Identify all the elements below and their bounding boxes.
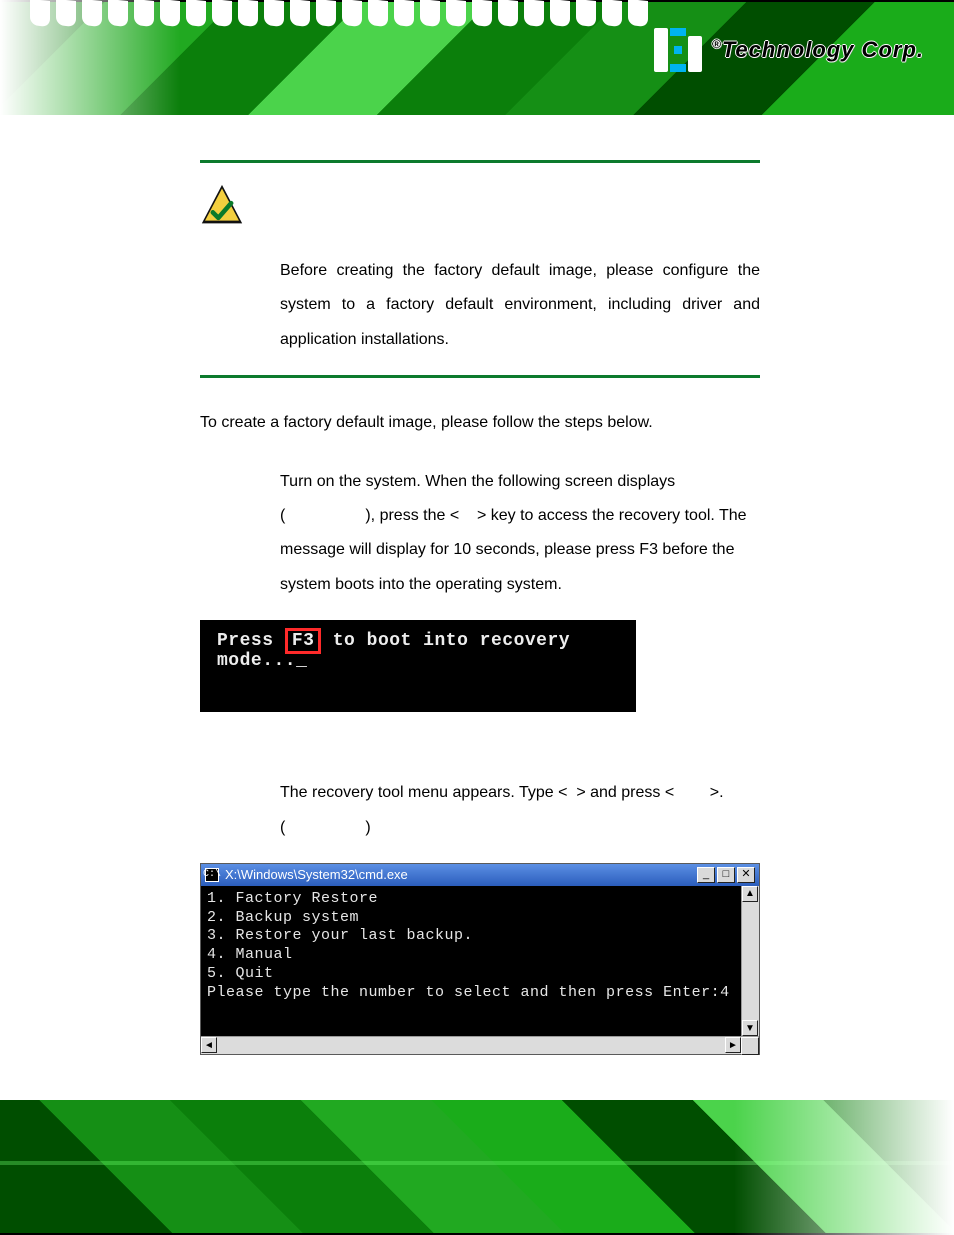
brand-logo-wrap: ®Technology Corp.	[654, 28, 924, 72]
minimize-button[interactable]: _	[697, 867, 715, 883]
vertical-scrollbar[interactable]: ▲ ▼	[741, 886, 759, 1037]
boot-message: Press F3 to boot into recovery mode..._	[217, 631, 635, 671]
iei-logo-icon	[654, 28, 702, 72]
note-text: Before creating the factory default imag…	[200, 254, 760, 357]
scroll-left-icon[interactable]: ◄	[201, 1037, 217, 1053]
scroll-right-icon[interactable]: ►	[725, 1037, 741, 1053]
step-2-text: The recovery tool menu appears. Type < >…	[200, 776, 760, 845]
brand-text: ®Technology Corp.	[712, 37, 924, 63]
footer-fade	[734, 1100, 954, 1235]
cmd-icon: C:\	[205, 868, 219, 882]
page-header-band: ®Technology Corp.	[0, 0, 954, 115]
scroll-down-icon[interactable]: ▼	[742, 1020, 758, 1036]
horizontal-scrollbar[interactable]: ◄ ►	[201, 1036, 759, 1054]
note-icon	[200, 183, 244, 227]
cmd-output: 1. Factory Restore 2. Backup system 3. R…	[201, 886, 741, 1037]
cmd-title: X:\Windows\System32\cmd.exe	[225, 867, 408, 882]
cmd-window: C:\ X:\Windows\System32\cmd.exe _ □ ✕ 1.…	[200, 863, 760, 1056]
intro-text: To create a factory default image, pleas…	[200, 406, 760, 440]
step-1-text: Turn on the system. When the following s…	[200, 465, 760, 603]
maximize-button[interactable]: □	[717, 867, 735, 883]
scroll-up-icon[interactable]: ▲	[742, 886, 758, 902]
header-fade	[0, 0, 180, 115]
cmd-titlebar: C:\ X:\Windows\System32\cmd.exe _ □ ✕	[201, 864, 759, 886]
close-button[interactable]: ✕	[737, 867, 755, 883]
page-footer-band	[0, 1100, 954, 1235]
divider-bottom	[200, 375, 760, 378]
resize-grip-icon[interactable]	[741, 1037, 759, 1055]
registered-mark: ®	[712, 37, 722, 51]
boot-screenshot: Press F3 to boot into recovery mode..._	[200, 620, 636, 712]
